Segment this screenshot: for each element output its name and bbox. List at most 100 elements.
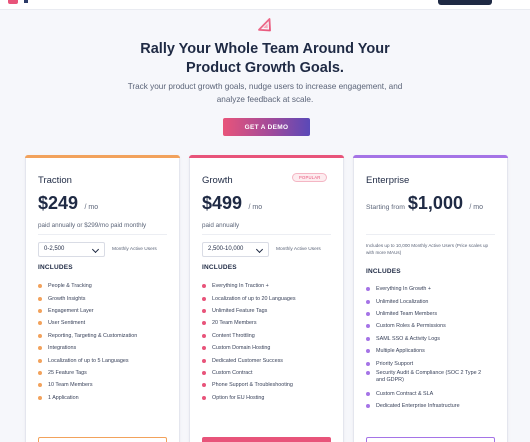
bullet-icon	[38, 284, 42, 289]
top-nav	[0, 0, 530, 10]
plan-price: $499	[202, 193, 243, 213]
bullet-icon	[38, 370, 42, 375]
bullet-icon	[366, 311, 370, 316]
hero-headline-line-2: Product Growth Goals.	[186, 60, 344, 76]
bullet-icon	[202, 358, 206, 363]
bullet-icon	[202, 284, 206, 289]
plan-users-note: Includes up to 10,000 Monthly Active Use…	[366, 243, 489, 255]
bullet-icon	[202, 370, 206, 375]
bullet-icon	[366, 299, 370, 304]
feature-text: Everything In Traction +	[212, 283, 269, 290]
feature-text: Reporting, Targeting & Customization	[48, 332, 138, 339]
feature-text: Localization of up to 20 Languages	[212, 295, 296, 302]
plan-billing: paid annually or $299/mo paid monthly	[38, 222, 147, 229]
bullet-icon	[202, 321, 206, 326]
bullet-icon	[366, 349, 370, 354]
bullet-icon	[38, 321, 42, 326]
users-select[interactable]: 0-2,500	[38, 242, 105, 257]
plan-period: / mo	[469, 204, 484, 211]
list-item: User Sentiment	[38, 317, 137, 329]
hero-subline-line-1: Track your product growth goals, nudge u…	[127, 82, 403, 91]
logo-icon[interactable]	[8, 0, 18, 4]
includes-heading: INCLUDES	[366, 268, 401, 275]
bullet-icon	[38, 296, 42, 301]
plan-card-enterprise: Enterprise Starting from $1,000 / mo Incl…	[353, 155, 508, 442]
users-select-value: 2,500-10,000	[208, 246, 244, 252]
feature-text: Security Audit & Compliance (SOC 2 Type …	[376, 369, 482, 383]
hero-headline-line-1: Rally Your Whole Team Around Your	[140, 41, 390, 57]
hero-headline: Rally Your Whole Team Around Your Produc…	[0, 40, 530, 78]
list-item: Custom Domain Hosting	[202, 342, 296, 354]
users-select-value: 0-2,500	[44, 246, 65, 252]
feature-text: Dedicated Customer Success	[212, 357, 284, 364]
plan-period: / mo	[84, 204, 99, 211]
list-item: 1 Application	[38, 392, 137, 404]
plan-card-growth: Growth POPULAR $499 / mo paid annually 2…	[189, 155, 344, 442]
list-item: Localization of up to 5 Languages	[38, 354, 137, 366]
bullet-icon	[366, 324, 370, 329]
users-select[interactable]: 2,500-10,000	[202, 242, 269, 257]
feature-text: SAML SSO & Activity Logs	[376, 335, 440, 342]
feature-list: People & Tracking Growth Insights Engage…	[38, 280, 137, 404]
plan-name: Enterprise	[366, 175, 410, 186]
feature-text: People & Tracking	[48, 283, 92, 290]
list-item: Priority Support	[366, 357, 486, 369]
list-item: Dedicated Enterprise Infrastructure	[366, 400, 486, 412]
enterprise-select-button[interactable]	[366, 437, 495, 442]
bullet-icon	[38, 333, 42, 338]
list-item: Custom Contract & SLA	[366, 388, 486, 400]
bullet-icon	[202, 296, 206, 301]
list-item: Localization of up to 20 Languages	[202, 292, 296, 304]
list-item: Unlimited Localization	[366, 295, 486, 307]
list-item: Custom Roles & Permissions	[366, 320, 486, 332]
feature-text: Integrations	[48, 345, 77, 352]
list-item: Security Audit & Compliance (SOC 2 Type …	[366, 370, 486, 388]
bullet-icon	[366, 391, 370, 396]
feature-text: Custom Contract & SLA	[376, 390, 434, 397]
bullet-icon	[202, 383, 206, 388]
feature-text: Unlimited Team Members	[376, 310, 438, 317]
bullet-icon	[366, 404, 370, 409]
chevron-down-icon	[91, 245, 100, 254]
hero-subline: Track your product growth goals, nudge u…	[100, 81, 430, 106]
nav-cta-button[interactable]	[438, 0, 492, 5]
feature-text: Growth Insights	[48, 295, 86, 302]
list-item: Integrations	[38, 342, 137, 354]
feature-text: Option for EU Hosting	[212, 394, 265, 401]
bullet-icon	[366, 361, 370, 366]
feature-list: Everything In Growth + Unlimited Localiz…	[366, 283, 486, 413]
divider	[366, 234, 495, 235]
list-item: Option for EU Hosting	[202, 392, 296, 404]
feature-text: Engagement Layer	[48, 307, 94, 314]
feature-text: Custom Domain Hosting	[212, 345, 271, 352]
list-item: 20 Team Members	[202, 317, 296, 329]
bullet-icon	[38, 346, 42, 351]
list-item: Unlimited Team Members	[366, 308, 486, 320]
feature-text: Dedicated Enterprise Infrastructure	[376, 403, 460, 410]
feature-text: 20 Team Members	[212, 320, 257, 327]
users-select-label: Monthly Active Users	[112, 247, 157, 252]
list-item: Engagement Layer	[38, 305, 137, 317]
get-a-demo-button[interactable]: GET A DEMO	[223, 118, 310, 136]
divider	[202, 234, 331, 235]
traction-select-button[interactable]	[38, 437, 167, 442]
feature-text: Priority Support	[376, 360, 414, 367]
bullet-icon	[202, 308, 206, 313]
includes-heading: INCLUDES	[38, 264, 73, 271]
plan-price: $1,000	[407, 193, 463, 213]
list-item: Reporting, Targeting & Customization	[38, 330, 137, 342]
triangle-icon	[258, 18, 271, 32]
plan-price-prefix: Starting from	[366, 204, 405, 211]
bullet-icon	[366, 336, 370, 341]
logo-wordmark	[24, 0, 28, 3]
list-item: Content Throttling	[202, 330, 296, 342]
list-item: SAML SSO & Activity Logs	[366, 333, 486, 345]
feature-text: Custom Roles & Permissions	[376, 323, 446, 330]
feature-text: User Sentiment	[48, 320, 86, 327]
growth-select-button[interactable]	[202, 437, 331, 442]
divider	[38, 234, 167, 235]
list-item: People & Tracking	[38, 280, 137, 292]
feature-text: Unlimited Feature Tags	[212, 307, 268, 314]
card-accent-bar	[25, 155, 180, 158]
plan-price: $249	[38, 193, 79, 213]
